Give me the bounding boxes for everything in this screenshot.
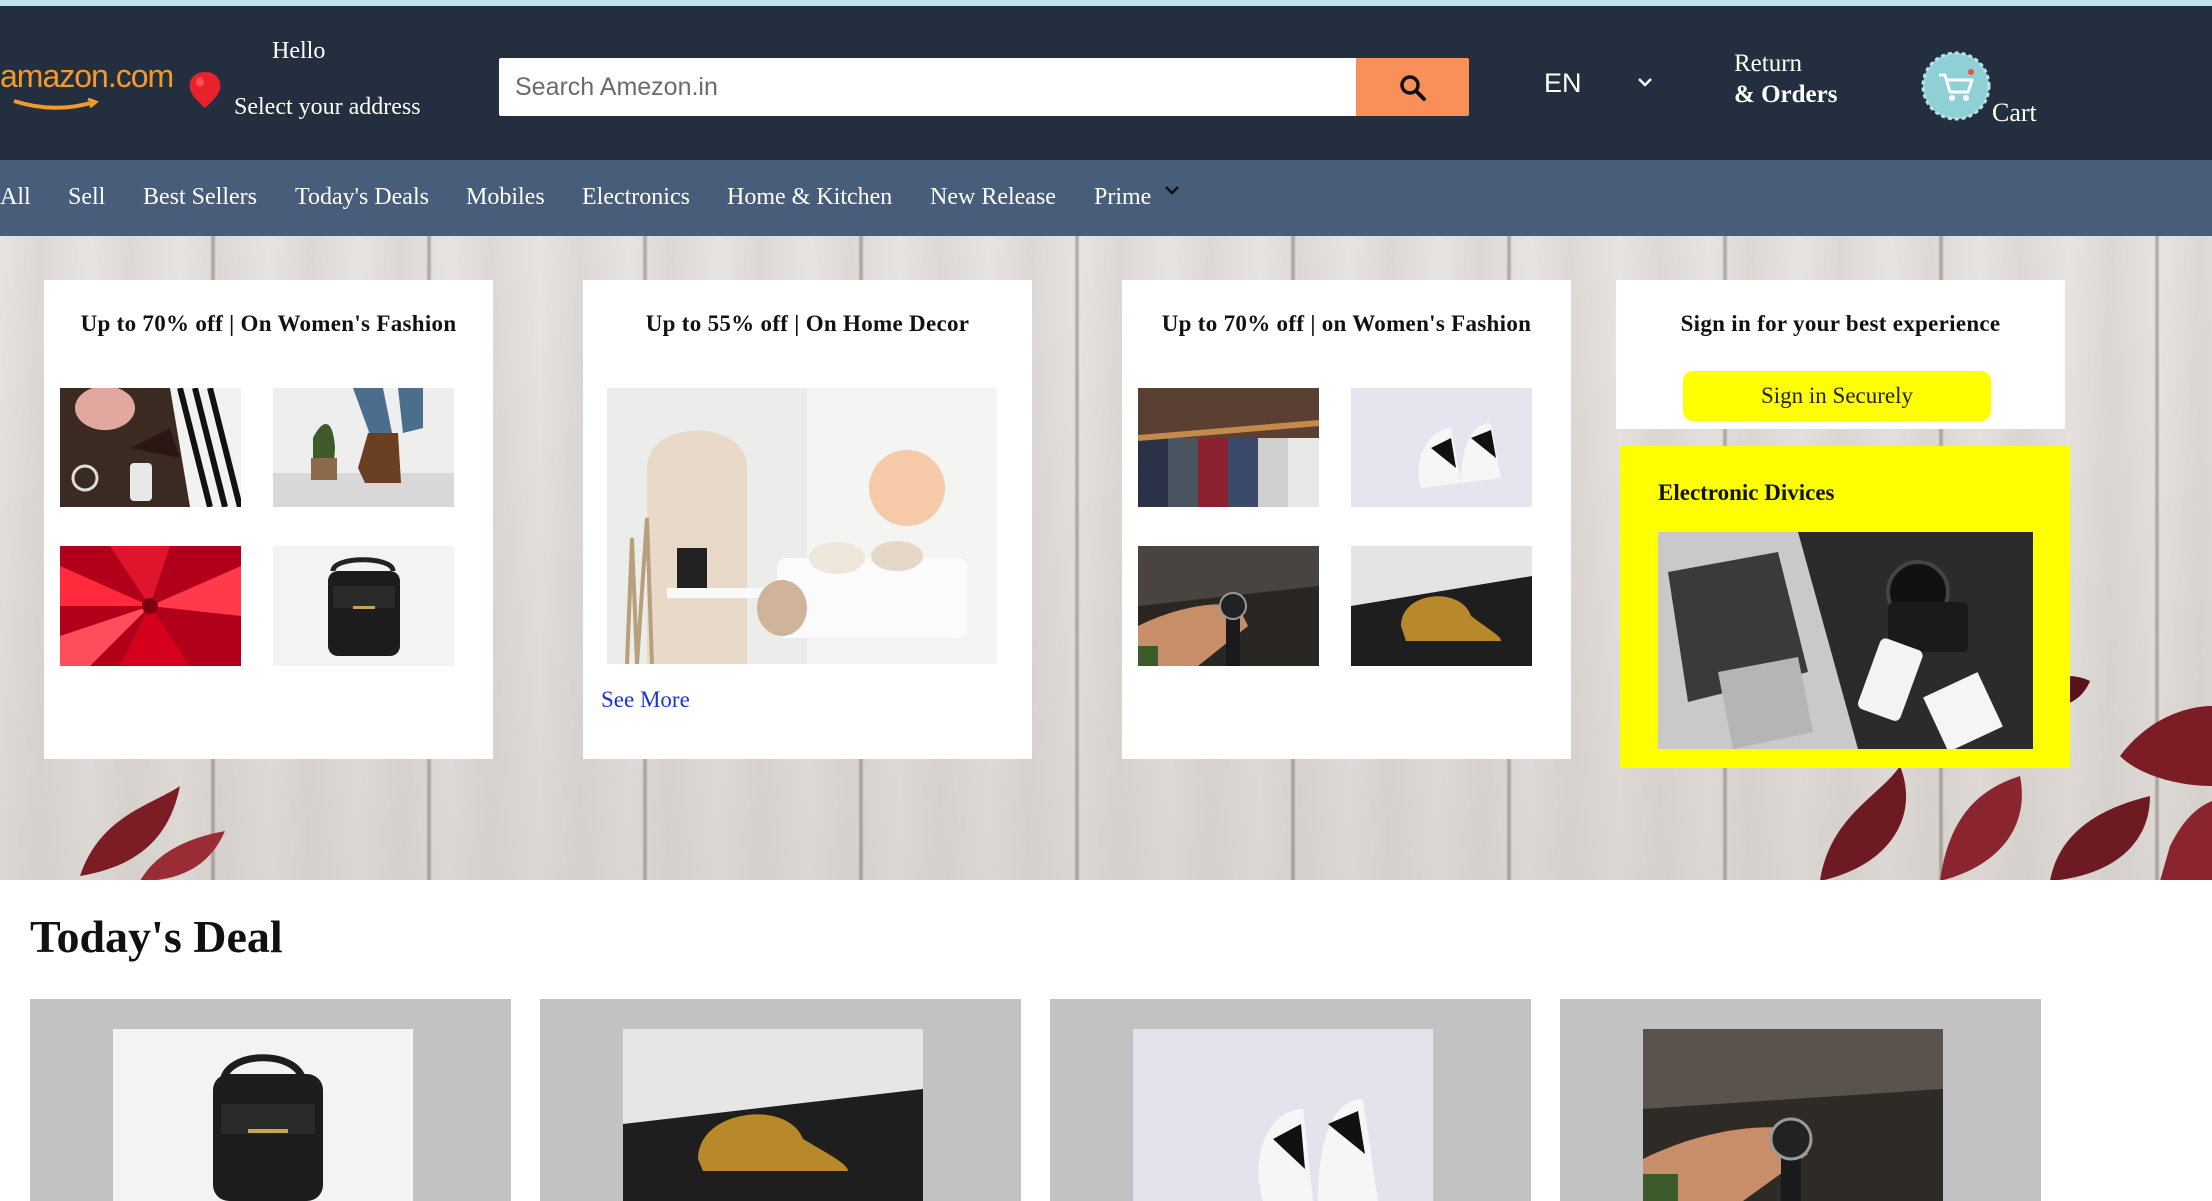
see-more-link[interactable]: See More xyxy=(601,687,690,713)
nav-item-electronics[interactable]: Electronics xyxy=(582,184,690,211)
fashion-deal-card[interactable]: Up to 70% off | On Women's Fashion xyxy=(44,280,493,759)
logo-smile-icon xyxy=(13,98,99,110)
nav-item-best-sellers[interactable]: Best Sellers xyxy=(143,184,257,211)
location-pin-icon xyxy=(189,72,221,108)
deal-wristwatch-image[interactable] xyxy=(1643,1029,1943,1201)
search-input[interactable] xyxy=(499,58,1357,116)
todays-deal-heading: Today's Deal xyxy=(30,911,283,962)
nav-item-new-release[interactable]: New Release xyxy=(930,184,1056,211)
search-button[interactable] xyxy=(1356,58,1469,116)
fashion-deal-card-2[interactable]: Up to 70% off | on Women's Fashion xyxy=(1122,280,1571,759)
card-title: Up to 70% off | On Women's Fashion xyxy=(80,311,457,336)
select-address-link[interactable]: Select your address xyxy=(234,94,421,121)
wristwatch-in-hand-image[interactable] xyxy=(1138,546,1319,666)
lipsticks-image[interactable] xyxy=(60,546,241,666)
deal-sneakers-image[interactable] xyxy=(1133,1029,1433,1201)
card-title: Up to 55% off | On Home Decor xyxy=(645,311,970,336)
black-backpack-image[interactable] xyxy=(273,546,454,666)
electronics-card-title: Electronic Divices xyxy=(1658,480,1835,505)
bedroom-interior-image[interactable] xyxy=(607,388,997,664)
orders-label: & Orders xyxy=(1734,81,1838,108)
search-icon xyxy=(1400,75,1426,101)
sneakers-image[interactable] xyxy=(1351,388,1532,507)
deal-mustard-cap-image[interactable] xyxy=(623,1029,923,1201)
language-selector[interactable]: EN xyxy=(1544,68,1582,99)
nav-item-all[interactable]: All xyxy=(0,184,31,211)
deal-black-backpack-image[interactable] xyxy=(113,1029,413,1201)
nav-item-sell[interactable]: Sell xyxy=(68,184,105,211)
cart-icon[interactable] xyxy=(1920,50,1992,122)
cart-label[interactable]: Cart xyxy=(1992,98,2037,128)
card-title: Up to 70% off | on Women's Fashion xyxy=(1161,311,1532,336)
returns-label: Return xyxy=(1734,50,1803,77)
chevron-down-icon[interactable] xyxy=(1636,76,1654,88)
card-title: Sign in for your best experience xyxy=(1680,311,2001,336)
boots-image[interactable] xyxy=(273,388,454,507)
returns-orders-link[interactable]: Return & Orders xyxy=(1734,48,1837,110)
nav-item-todays-deals[interactable]: Today's Deals xyxy=(295,184,429,211)
nav-item-prime[interactable]: Prime xyxy=(1094,184,1151,211)
prime-chevron-down-icon[interactable] xyxy=(1163,184,1181,196)
mustard-cap-image[interactable] xyxy=(1351,546,1532,666)
laptop-camera-phone-image[interactable] xyxy=(1658,532,2033,749)
sign-in-securely-button[interactable]: Sign in Securely xyxy=(1683,371,1991,421)
fashion-accessories-image[interactable] xyxy=(60,388,241,507)
amazon-logo[interactable]: amazon.com xyxy=(0,58,174,95)
shirts-on-hangers-image[interactable] xyxy=(1138,388,1319,507)
leaves-decoration-left xyxy=(80,786,225,880)
nav-item-mobiles[interactable]: Mobiles xyxy=(466,184,545,211)
greeting-text: Hello xyxy=(272,38,326,64)
nav-item-home-kitchen[interactable]: Home & Kitchen xyxy=(727,184,892,211)
